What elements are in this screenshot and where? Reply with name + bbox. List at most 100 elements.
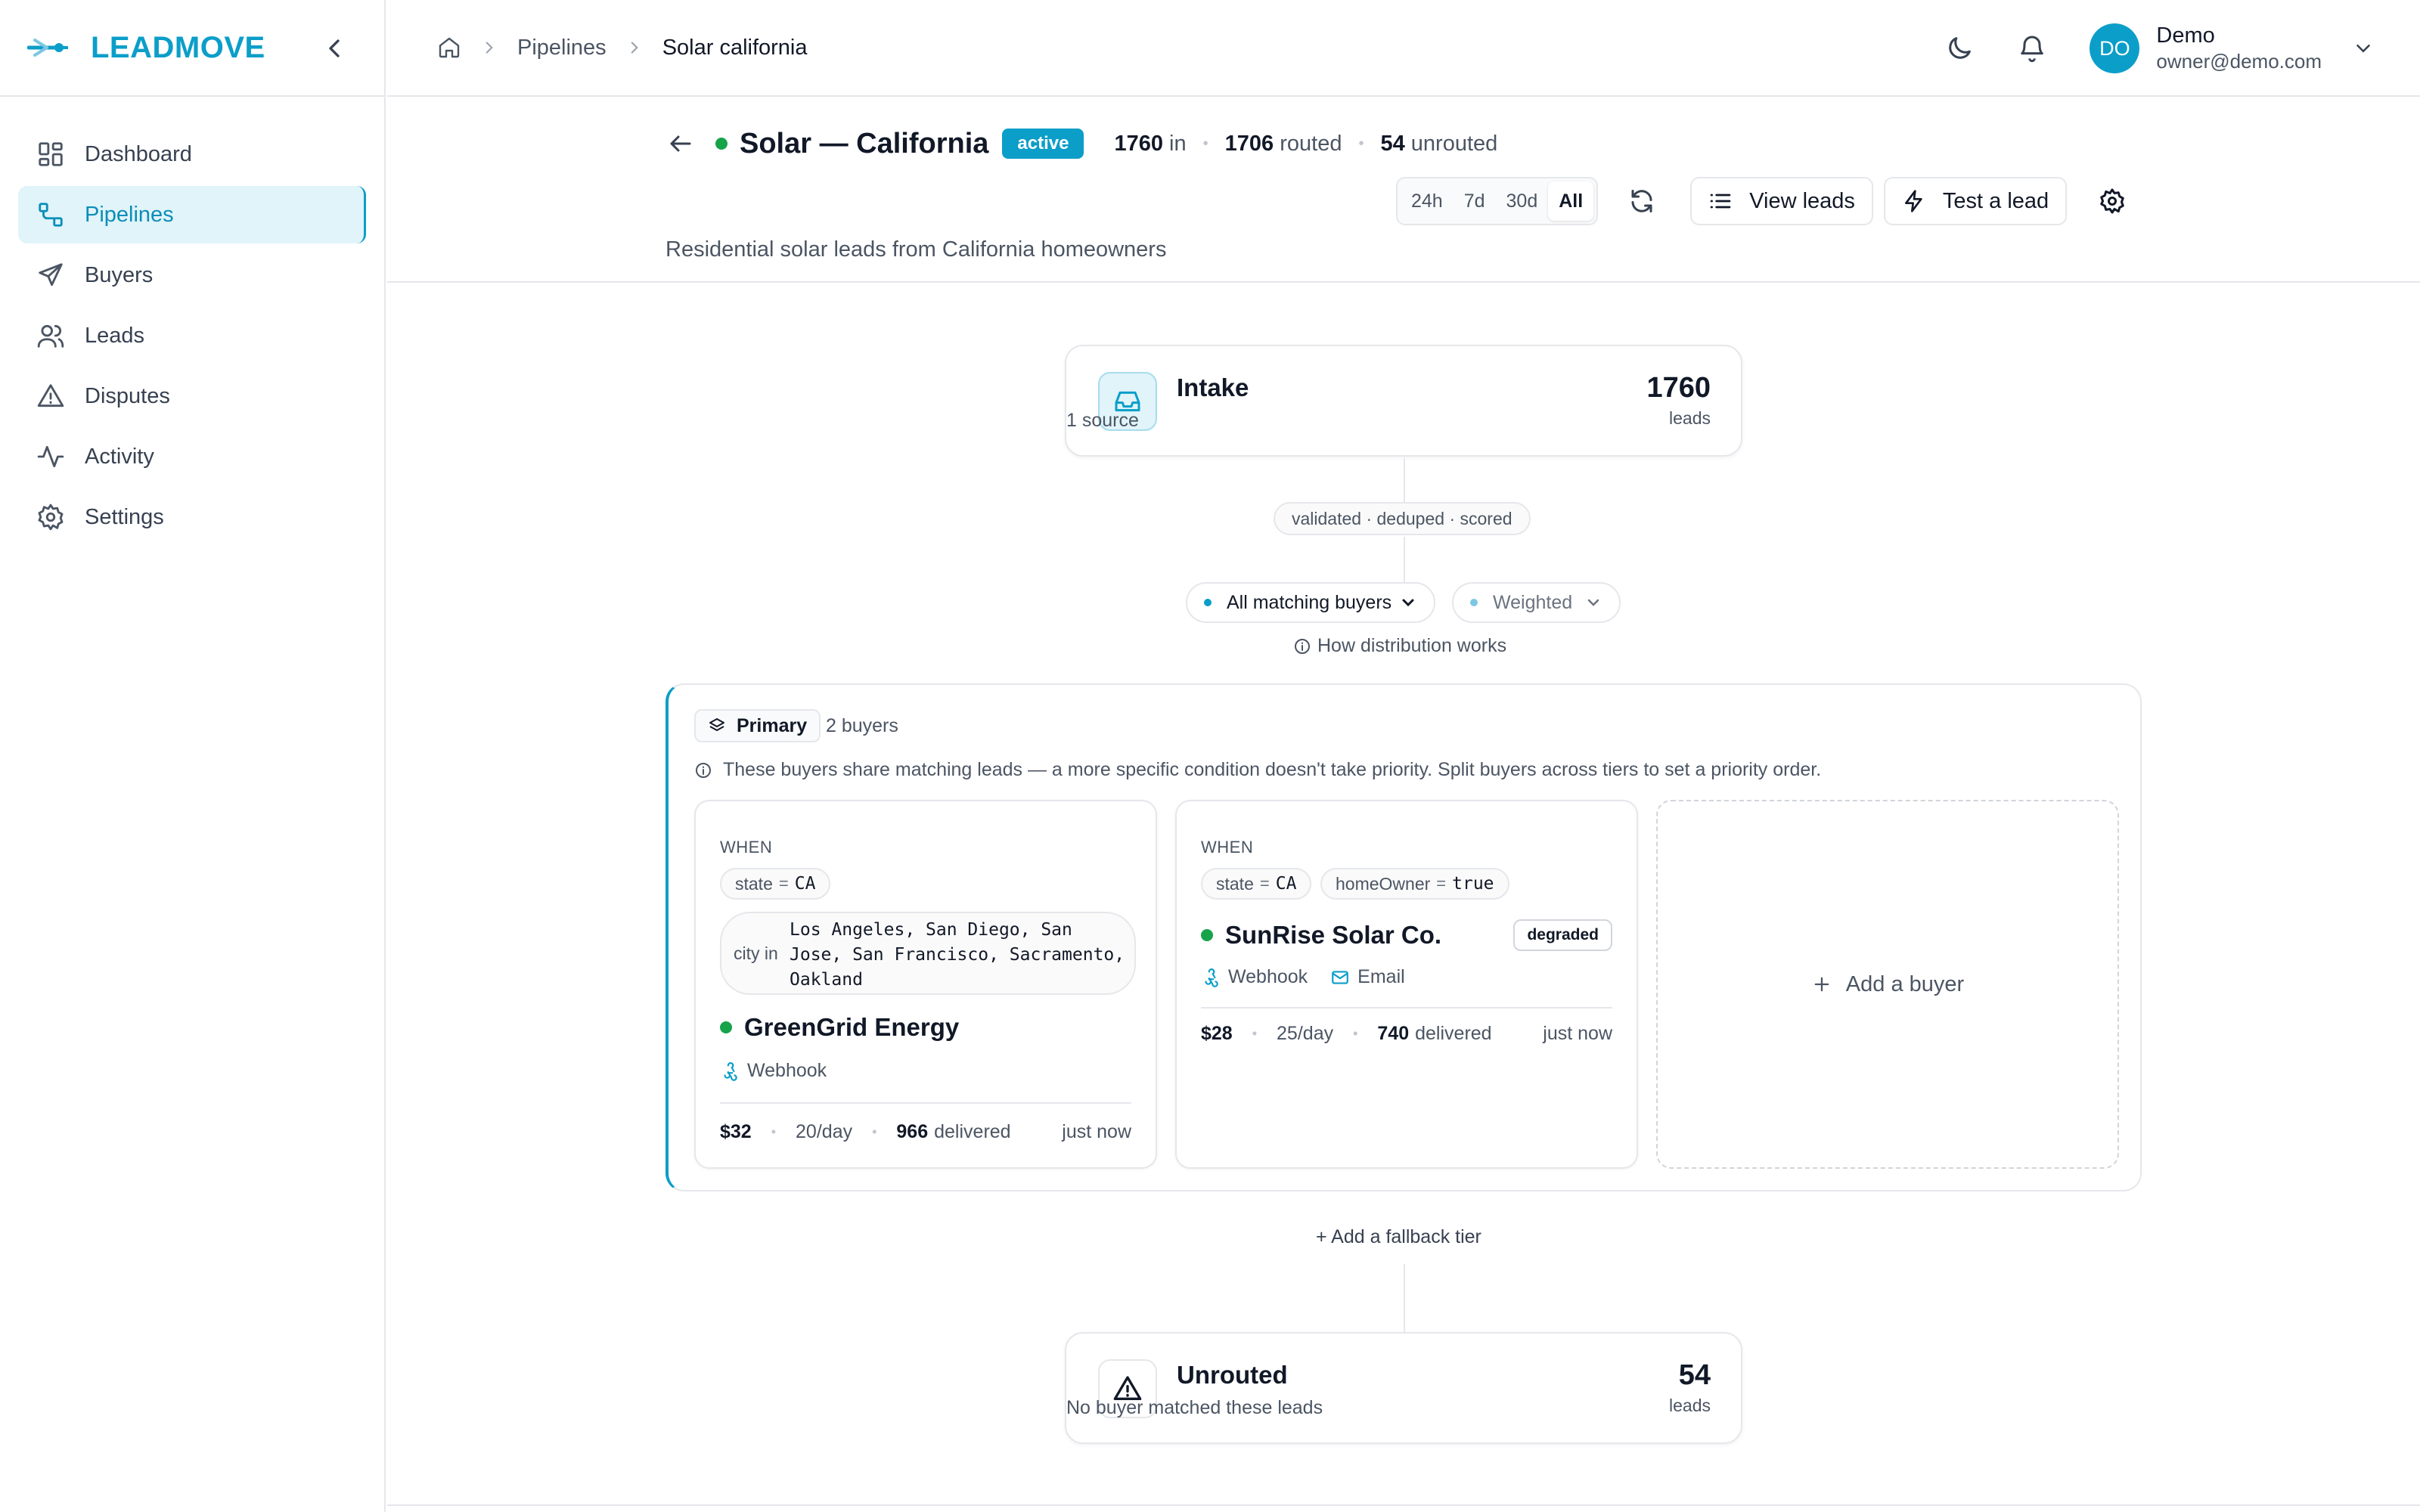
sidebar-item-activity[interactable]: Activity bbox=[18, 428, 366, 485]
info-icon bbox=[1295, 638, 1310, 654]
toolbar: 24h 7d 30d All View leads Test a lead bbox=[1396, 177, 2126, 225]
refresh-icon[interactable] bbox=[1628, 187, 1655, 215]
unrouted-node[interactable]: Unrouted No buyer matched these leads 54… bbox=[1065, 1332, 1742, 1444]
add-fallback-tier-button[interactable]: + Add a fallback tier bbox=[1316, 1226, 1481, 1248]
chevron-left-icon[interactable] bbox=[319, 33, 349, 64]
breadcrumb-current: Solar california bbox=[662, 35, 808, 60]
intake-node[interactable]: Intake 1 source 1760 leads bbox=[1065, 345, 1742, 457]
divider bbox=[387, 1504, 2420, 1506]
flow-connector bbox=[1404, 458, 1405, 502]
intake-subtitle: 1 source bbox=[1066, 410, 1139, 431]
mail-icon bbox=[1332, 970, 1349, 984]
sidebar-item-label: Pipelines bbox=[85, 202, 174, 227]
sidebar-item-buyers[interactable]: Buyers bbox=[18, 246, 366, 304]
buyer-status-dot bbox=[720, 1021, 732, 1033]
send-icon bbox=[39, 263, 63, 287]
page-title: Solar — California bbox=[740, 127, 989, 160]
range-30d[interactable]: 30d bbox=[1496, 181, 1549, 221]
sidebar-item-settings[interactable]: Settings bbox=[18, 488, 366, 546]
sidebar-item-label: Leads bbox=[85, 323, 145, 348]
how-distribution-link[interactable]: How distribution works bbox=[1293, 635, 1506, 657]
user-info[interactable]: Demo owner@demo.com bbox=[2156, 23, 2322, 73]
sidebar-item-label: Activity bbox=[85, 444, 154, 469]
add-buyer-button[interactable]: Add a buyer bbox=[1656, 800, 2119, 1169]
unrouted-subtitle: No buyer matched these leads bbox=[1066, 1397, 1323, 1418]
title-row: Solar — California active 1760 in • 1706… bbox=[667, 121, 1497, 166]
arrow-left-icon[interactable] bbox=[667, 130, 694, 157]
breadcrumb-pipelines[interactable]: Pipelines bbox=[517, 36, 607, 60]
sidebar-item-label: Settings bbox=[85, 504, 164, 529]
tier-label[interactable]: Primary bbox=[694, 709, 821, 742]
user-name: Demo bbox=[2156, 23, 2215, 48]
range-24h[interactable]: 24h bbox=[1401, 181, 1454, 221]
avatar[interactable]: DO bbox=[2090, 23, 2140, 73]
sidebar-item-leads[interactable]: Leads bbox=[18, 307, 366, 364]
stat-in: 1760 in bbox=[1114, 131, 1187, 156]
range-all[interactable]: All bbox=[1548, 181, 1594, 221]
sidebar-nav: Dashboard Pipelines Buyers Leads Dispute… bbox=[0, 97, 384, 578]
tier-note: These buyers share matching leads — a mo… bbox=[694, 759, 1821, 781]
sidebar-item-label: Dashboard bbox=[85, 141, 192, 166]
pipeline-header: Solar — California active 1760 in • 1706… bbox=[387, 98, 2420, 283]
health-badge: degraded bbox=[1513, 919, 1612, 951]
range-7d[interactable]: 7d bbox=[1454, 181, 1496, 221]
activity-icon bbox=[37, 445, 64, 468]
dashboard-icon bbox=[39, 142, 63, 166]
buyer-stats: $28 • 25/day • 740 delivered just now bbox=[1201, 1022, 1612, 1044]
flow-connector bbox=[1404, 1264, 1405, 1332]
condition-city: city in Los Angeles, San Diego, San Jose… bbox=[720, 912, 1136, 995]
sidebar-item-pipelines[interactable]: Pipelines bbox=[18, 186, 366, 243]
buyer-name: SunRise Solar Co. bbox=[1201, 921, 1441, 950]
gear-icon[interactable] bbox=[2099, 187, 2126, 215]
test-lead-button[interactable]: Test a lead bbox=[1883, 177, 2068, 225]
buyer-card-greengrid[interactable]: WHEN state = CA city in Los Angeles, San D… bbox=[694, 800, 1157, 1169]
intake-unit: leads bbox=[1669, 408, 1711, 428]
gear-icon bbox=[38, 503, 64, 531]
intake-title: Intake bbox=[1177, 373, 1249, 401]
view-leads-button[interactable]: View leads bbox=[1690, 177, 1873, 225]
method-dot bbox=[1470, 599, 1478, 606]
warning-icon bbox=[37, 384, 64, 407]
chevron-right-icon bbox=[631, 42, 638, 54]
buyer-card-sunrise[interactable]: WHEN state = CA homeOwner = true SunRise Sol… bbox=[1175, 800, 1638, 1169]
buyer-channels: Webhook Email bbox=[1201, 966, 1428, 988]
condition-state: state = CA bbox=[720, 868, 831, 900]
list-icon bbox=[1710, 194, 1731, 209]
leadmove-logo-icon bbox=[27, 39, 68, 57]
unrouted-count: 54 bbox=[1678, 1359, 1711, 1391]
pipeline-description: Residential solar leads from California … bbox=[666, 237, 1167, 262]
plus-icon bbox=[1814, 977, 1829, 992]
brand-name: LEADMOVE bbox=[91, 30, 265, 64]
webhook-icon bbox=[724, 1061, 737, 1081]
chevron-down-icon bbox=[1587, 599, 1599, 606]
home-icon[interactable] bbox=[437, 36, 461, 60]
pipeline-icon bbox=[39, 203, 63, 227]
divider bbox=[720, 1102, 1131, 1104]
tier-primary: Primary 2 buyers These buyers share matc… bbox=[666, 683, 2142, 1191]
layers-icon bbox=[709, 718, 724, 731]
moon-icon[interactable] bbox=[1944, 33, 1975, 64]
sidebar-item-label: Disputes bbox=[85, 383, 170, 408]
status-badge: active bbox=[1002, 129, 1084, 159]
stat-routed: 1706 routed bbox=[1224, 131, 1342, 156]
distribution-method-select[interactable]: Weighted bbox=[1452, 582, 1621, 623]
unrouted-unit: leads bbox=[1669, 1396, 1711, 1415]
stat-unrouted: 54 unrouted bbox=[1380, 131, 1498, 156]
chevron-down-icon[interactable] bbox=[2352, 37, 2375, 60]
buyer-status-dot bbox=[1201, 929, 1213, 941]
sidebar-item-dashboard[interactable]: Dashboard bbox=[18, 125, 366, 183]
distribution-mode-select[interactable]: All matching buyers bbox=[1186, 582, 1436, 623]
sidebar: LEADMOVE Dashboard Pipelines Buyers Lead… bbox=[0, 0, 386, 1512]
info-icon bbox=[696, 762, 711, 778]
sidebar-item-disputes[interactable]: Disputes bbox=[18, 367, 366, 425]
flow-connector bbox=[1404, 537, 1405, 582]
brand: LEADMOVE bbox=[0, 0, 384, 97]
bell-icon[interactable] bbox=[2017, 33, 2047, 64]
divider bbox=[1201, 1007, 1612, 1009]
status-dot bbox=[715, 138, 728, 150]
user-email: owner@demo.com bbox=[2156, 50, 2322, 73]
checks-pill: validated · deduped · scored bbox=[1274, 502, 1531, 535]
mode-dot bbox=[1204, 599, 1212, 606]
chevron-right-icon bbox=[486, 42, 493, 54]
when-label: WHEN bbox=[720, 838, 773, 857]
